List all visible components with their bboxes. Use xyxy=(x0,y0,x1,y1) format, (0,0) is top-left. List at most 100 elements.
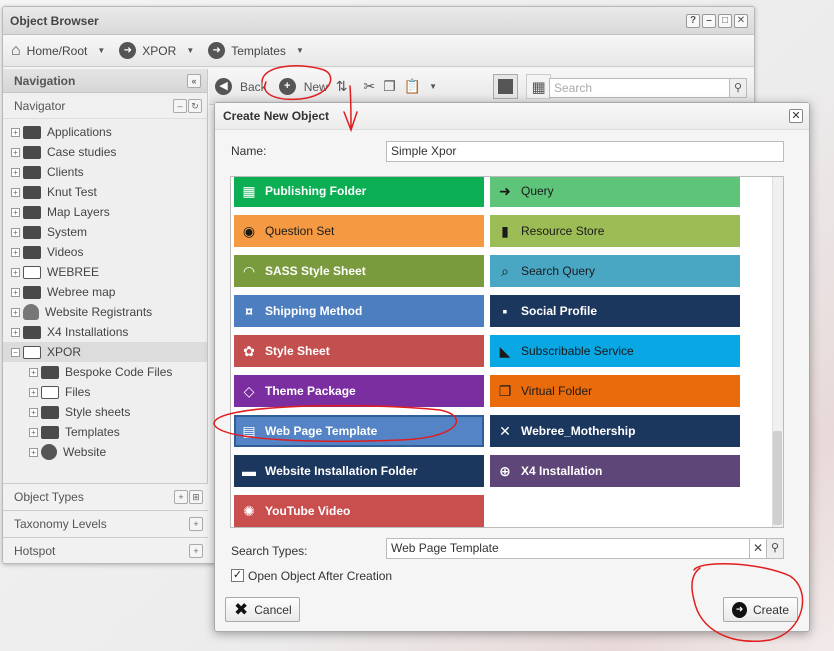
help-button[interactable]: ? xyxy=(686,14,700,28)
grid-view-button[interactable]: ▦ xyxy=(526,74,552,99)
tree-item[interactable]: + Webree map xyxy=(3,282,207,302)
back-arrow-icon[interactable]: ◀ xyxy=(215,78,232,95)
section-object-types[interactable]: Object Types + ⊞ xyxy=(3,483,208,510)
tree-item[interactable]: + Files xyxy=(3,382,207,402)
type-tile[interactable]: ⌕ Search Query xyxy=(490,255,740,287)
cut-icon[interactable]: ✂ xyxy=(363,78,375,95)
back-button[interactable]: Back xyxy=(240,80,267,94)
type-tile[interactable]: ▮ Resource Store xyxy=(490,215,740,247)
type-tile[interactable]: ▤ Web Page Template xyxy=(234,415,484,447)
type-tile[interactable]: ➜ Query xyxy=(490,177,740,207)
name-input[interactable]: Simple Xpor xyxy=(386,141,784,162)
tree-view-icon[interactable]: ⊞ xyxy=(189,490,203,504)
add-icon[interactable]: + xyxy=(174,490,188,504)
maximize-button[interactable]: □ xyxy=(718,14,732,28)
close-window-button[interactable]: ✕ xyxy=(734,14,748,28)
collapse-toggle-icon[interactable]: − xyxy=(11,347,20,357)
section-taxonomy-levels[interactable]: Taxonomy Levels + xyxy=(3,510,208,537)
section-label: Object Types xyxy=(14,490,84,504)
refresh-icon[interactable]: ↻ xyxy=(188,99,202,113)
type-tile[interactable]: ◉ Question Set xyxy=(234,215,484,247)
type-tile[interactable]: ¤ Shipping Method xyxy=(234,295,484,327)
type-tile[interactable]: ❐ Virtual Folder xyxy=(490,375,740,407)
expand-toggle-icon[interactable]: + xyxy=(11,127,20,137)
search-types-input[interactable]: Web Page Template xyxy=(386,538,750,559)
breadcrumb-xpor[interactable]: ➜ XPOR ▼ xyxy=(119,42,194,59)
expand-toggle-icon[interactable]: + xyxy=(29,367,38,377)
chevron-down-icon[interactable]: ▼ xyxy=(97,46,105,55)
open-after-creation-label[interactable]: Open Object After Creation xyxy=(248,569,392,583)
expand-toggle-icon[interactable]: + xyxy=(11,147,20,157)
type-tile[interactable]: ⊕ X4 Installation xyxy=(490,455,740,487)
tree-item[interactable]: + WEBREE xyxy=(3,262,207,282)
expand-toggle-icon[interactable]: + xyxy=(11,307,20,317)
tree-item[interactable]: + Map Layers xyxy=(3,202,207,222)
add-icon[interactable]: + xyxy=(189,544,203,558)
minimize-button[interactable]: – xyxy=(702,14,716,28)
new-button[interactable]: New xyxy=(304,80,328,94)
create-button[interactable]: ➜ Create xyxy=(723,597,798,622)
type-tile[interactable]: ✺ YouTube Video xyxy=(234,495,484,527)
cancel-button[interactable]: ✖ Cancel xyxy=(225,597,300,622)
breadcrumb-home[interactable]: ⌂ Home/Root ▼ xyxy=(11,42,105,60)
expand-toggle-icon[interactable]: + xyxy=(11,247,20,257)
scrollbar[interactable] xyxy=(772,177,783,527)
expand-toggle-icon[interactable]: + xyxy=(29,427,38,437)
tree-item[interactable]: + Case studies xyxy=(3,142,207,162)
collapse-icon[interactable]: – xyxy=(173,99,187,113)
tree-item[interactable]: + X4 Installations xyxy=(3,322,207,342)
tile-view-button[interactable] xyxy=(493,74,519,99)
tree-item[interactable]: + Website xyxy=(3,442,207,462)
expand-toggle-icon[interactable]: + xyxy=(11,267,20,277)
chevron-down-icon[interactable]: ▼ xyxy=(296,46,304,55)
expand-toggle-icon[interactable]: + xyxy=(11,167,20,177)
type-tile[interactable]: ◠ SASS Style Sheet xyxy=(234,255,484,287)
fingerprint-icon: ◉ xyxy=(242,222,256,239)
search-icon[interactable]: ⚲ xyxy=(729,78,747,98)
tree-item[interactable]: + Clients xyxy=(3,162,207,182)
copy-icon: ❐ xyxy=(498,382,512,399)
tree-item[interactable]: + Templates xyxy=(3,422,207,442)
sort-icon[interactable]: ⇅ xyxy=(336,78,348,95)
tree-item[interactable]: + Videos xyxy=(3,242,207,262)
tree-item[interactable]: − XPOR xyxy=(3,342,207,362)
close-icon[interactable]: ✕ xyxy=(789,109,803,123)
copy-icon[interactable]: ❐ xyxy=(383,78,396,95)
type-tile[interactable]: ▦ Publishing Folder xyxy=(234,177,484,207)
breadcrumb-templates[interactable]: ➜ Templates ▼ xyxy=(208,42,304,59)
expand-toggle-icon[interactable]: + xyxy=(11,327,20,337)
expand-toggle-icon[interactable]: + xyxy=(29,387,38,397)
chevron-down-icon[interactable]: ▼ xyxy=(429,82,437,91)
tree-item[interactable]: + Knut Test xyxy=(3,182,207,202)
tree-item[interactable]: + Applications xyxy=(3,122,207,142)
scrollbar-thumb[interactable] xyxy=(773,431,782,525)
type-tile[interactable]: ▪ Social Profile xyxy=(490,295,740,327)
type-tile[interactable]: ◇ Theme Package xyxy=(234,375,484,407)
expand-toggle-icon[interactable]: + xyxy=(29,407,38,417)
paste-icon[interactable]: 📋 xyxy=(404,78,421,95)
tree-item[interactable]: + Website Registrants xyxy=(3,302,207,322)
object-search-input[interactable]: Search ⚲ xyxy=(549,78,747,98)
chevron-down-icon[interactable]: ▼ xyxy=(186,46,194,55)
clear-icon[interactable]: ✕ xyxy=(750,538,767,559)
tree-item[interactable]: + Style sheets xyxy=(3,402,207,422)
section-hotspot[interactable]: Hotspot + xyxy=(3,537,208,563)
type-tile[interactable]: ✿ Style Sheet xyxy=(234,335,484,367)
open-after-creation-checkbox[interactable]: ✓ xyxy=(231,569,244,582)
type-tile[interactable]: ✕ Webree_Mothership xyxy=(490,415,740,447)
tree-item[interactable]: + System xyxy=(3,222,207,242)
expand-toggle-icon[interactable]: + xyxy=(11,207,20,217)
collapse-left-icon[interactable]: « xyxy=(187,74,201,88)
search-icon[interactable]: ⚲ xyxy=(767,538,784,559)
type-tile[interactable]: ◣ Subscribable Service xyxy=(490,335,740,367)
add-icon[interactable]: + xyxy=(189,517,203,531)
expand-toggle-icon[interactable]: + xyxy=(11,187,20,197)
type-tile-label: X4 Installation xyxy=(521,464,603,478)
plus-icon[interactable]: + xyxy=(278,78,296,95)
type-tile[interactable]: ▬ Website Installation Folder xyxy=(234,455,484,487)
expand-toggle-icon[interactable]: + xyxy=(11,287,20,297)
navigator-header: Navigator – ↻ xyxy=(3,93,207,119)
tree-item[interactable]: + Bespoke Code Files xyxy=(3,362,207,382)
expand-toggle-icon[interactable]: + xyxy=(29,447,38,457)
expand-toggle-icon[interactable]: + xyxy=(11,227,20,237)
